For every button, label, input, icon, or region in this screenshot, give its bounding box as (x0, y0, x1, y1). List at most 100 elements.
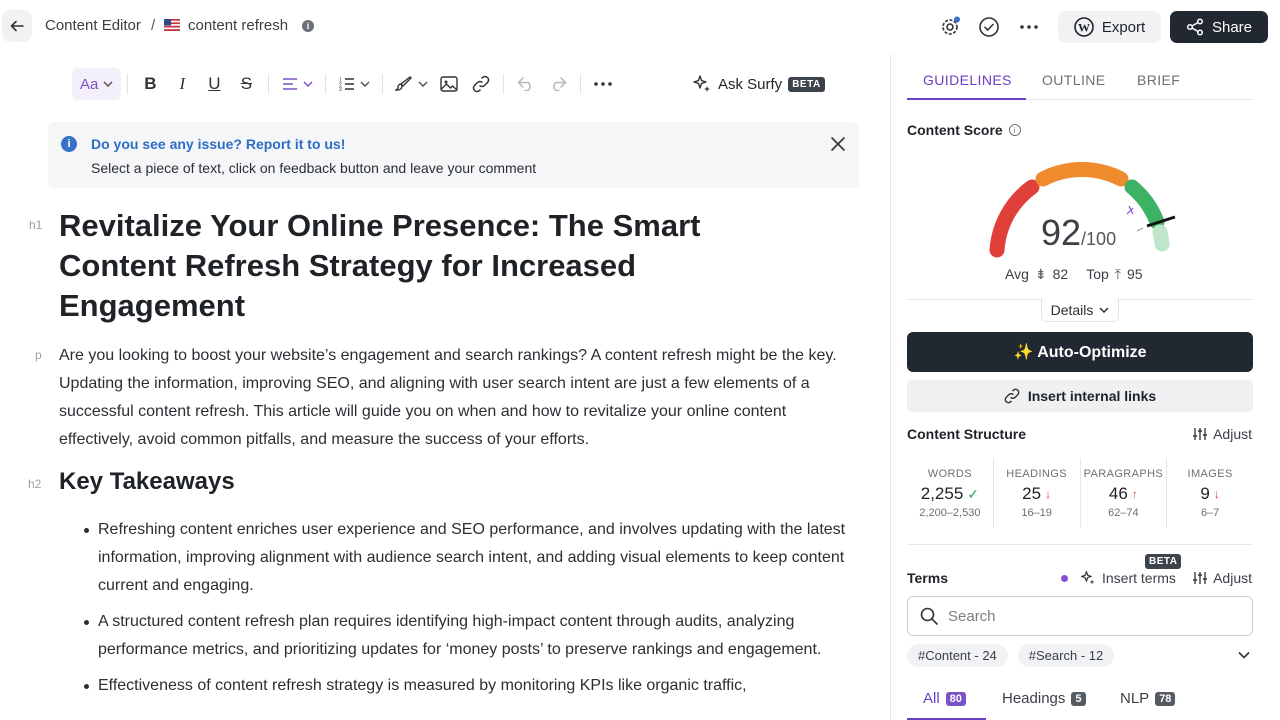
insert-internal-links-button[interactable]: Insert internal links (907, 380, 1253, 412)
block-tag-h1: h1 (29, 218, 43, 232)
stat-number: 2,255 (920, 484, 964, 503)
list-item[interactable]: A structured content refresh plan requir… (84, 608, 858, 664)
ask-surfy-button[interactable]: Ask Surfy BETA (692, 74, 825, 94)
redo-button[interactable] (542, 68, 574, 100)
filter-tab-label: All (923, 690, 940, 707)
terms-search (907, 596, 1253, 636)
svg-text:W: W (1078, 21, 1090, 35)
stat-number: 9 (1200, 484, 1210, 503)
content-structure-title: Content Structure (907, 426, 1026, 442)
insert-image-button[interactable] (433, 68, 465, 100)
stat-range: 6–7 (1200, 507, 1220, 519)
notice-title[interactable]: Do you see any issue? Report it to us! (91, 136, 345, 152)
toolbar-divider (382, 74, 384, 94)
breadcrumb-separator: / (151, 17, 156, 34)
us-flag-icon (164, 19, 180, 31)
align-left-icon (282, 78, 297, 90)
image-icon (440, 76, 459, 92)
filter-tab-headings[interactable]: Headings 5 (1002, 690, 1086, 707)
panel-tabs: GUIDELINES OUTLINE BRIEF (907, 54, 1253, 100)
align-dropdown[interactable] (275, 68, 319, 100)
term-chip-search[interactable]: #Search - 12 (1017, 644, 1115, 667)
details-button[interactable]: Details (1041, 298, 1119, 322)
filter-tab-label: NLP (1120, 690, 1150, 707)
document-heading-2[interactable]: Key Takeaways (59, 468, 235, 496)
content-score-heading: Content Score i (907, 122, 1021, 138)
document-heading-1[interactable]: Revitalize Your Online Presence: The Sma… (59, 206, 799, 326)
link-icon (1004, 388, 1020, 404)
italic-button[interactable]: I (166, 68, 198, 100)
export-button[interactable]: W Export (1058, 11, 1161, 43)
arrow-up-icon: ↑ (1131, 487, 1138, 501)
font-style-dropdown[interactable]: Aa (72, 68, 122, 100)
underline-button[interactable]: U (198, 68, 230, 100)
check-circle-icon[interactable] (977, 15, 1001, 39)
tab-brief[interactable]: BRIEF (1137, 72, 1180, 88)
content-score-label: Content Score (907, 122, 1003, 138)
count-badge: 80 (945, 691, 966, 706)
intro-paragraph[interactable]: Are you looking to boost your website’s … (59, 342, 849, 454)
arrow-down-icon: ↓ (1045, 487, 1052, 501)
term-chips: #Content - 24 #Search - 12 (907, 644, 1115, 667)
stat-range: 2,200–2,530 (919, 507, 981, 519)
search-icon (920, 607, 938, 625)
sparkle-icon (1081, 571, 1095, 585)
font-style-label: Aa (80, 75, 99, 93)
info-icon[interactable]: i (302, 20, 314, 32)
chevron-down-icon (418, 81, 428, 87)
chevron-down-icon (1099, 306, 1109, 313)
numbered-list-icon: 123 (339, 78, 354, 91)
avg-score: Avg ⇟ 82 (1005, 266, 1068, 283)
divider (907, 544, 1253, 545)
sparkle-icon (693, 75, 710, 92)
auto-optimize-label: ✨ Auto-Optimize (1013, 344, 1147, 361)
score-benchmarks: Avg ⇟ 82 Top ⤒ 95 (1005, 266, 1143, 283)
list-item[interactable]: Effectiveness of content refresh strateg… (84, 672, 858, 700)
score-max: /100 (1081, 229, 1117, 249)
filter-tab-all[interactable]: All 80 (923, 690, 966, 707)
chevron-down-icon[interactable] (1237, 648, 1251, 662)
settings-icon[interactable] (938, 15, 962, 39)
terms-title: Terms (907, 570, 948, 586)
stat-range: 62–74 (1108, 507, 1139, 519)
filter-tab-nlp[interactable]: NLP 78 (1120, 690, 1176, 707)
term-chip-content[interactable]: #Content - 24 (907, 644, 1008, 667)
brush-icon (394, 76, 412, 91)
highlight-dropdown[interactable] (389, 68, 433, 100)
undo-button[interactable] (510, 68, 542, 100)
block-tag-p: p (35, 348, 42, 362)
stat-value: 9 ↓ (1167, 484, 1253, 504)
document-title[interactable]: content refresh (188, 17, 288, 34)
more-menu-icon[interactable] (1017, 15, 1041, 39)
structure-adjust-button[interactable]: Adjust (1193, 426, 1252, 442)
tab-outline[interactable]: OUTLINE (1042, 72, 1105, 88)
insert-link-button[interactable] (465, 68, 497, 100)
back-button[interactable] (2, 10, 32, 42)
info-icon[interactable]: i (1008, 124, 1021, 136)
breadcrumb-content-editor[interactable]: Content Editor (45, 17, 141, 34)
takeaways-list: Refreshing content enriches user experie… (84, 516, 858, 708)
link-icon (473, 75, 490, 93)
search-input[interactable] (948, 607, 1228, 625)
toolbar-divider (268, 74, 270, 94)
count-badge: 78 (1155, 691, 1176, 706)
auto-optimize-button[interactable]: ✨ Auto-Optimize (907, 332, 1253, 372)
stat-words: WORDS 2,255 ✓ 2,200–2,530 (907, 458, 994, 528)
adjust-label: Adjust (1213, 426, 1252, 442)
undo-icon (517, 77, 532, 91)
strikethrough-button[interactable]: S (230, 68, 262, 100)
stat-number: 46 (1108, 484, 1128, 503)
insert-terms-button[interactable]: Insert terms (1061, 570, 1176, 586)
close-icon[interactable] (828, 134, 848, 154)
terms-adjust-button[interactable]: Adjust (1193, 570, 1252, 586)
share-icon (1186, 18, 1204, 36)
content-structure-stats: WORDS 2,255 ✓ 2,200–2,530 HEADINGS 25 ↓ 16… (907, 458, 1253, 528)
tab-guidelines[interactable]: GUIDELINES (923, 72, 1012, 88)
chevron-down-icon (303, 81, 313, 87)
bold-button[interactable]: B (134, 68, 166, 100)
share-button[interactable]: Share (1170, 11, 1268, 43)
list-dropdown[interactable]: 123 (332, 68, 376, 100)
more-options-button[interactable] (587, 68, 619, 100)
list-item[interactable]: Refreshing content enriches user experie… (84, 516, 858, 600)
stat-label: PARAGRAPHS (1083, 468, 1164, 480)
